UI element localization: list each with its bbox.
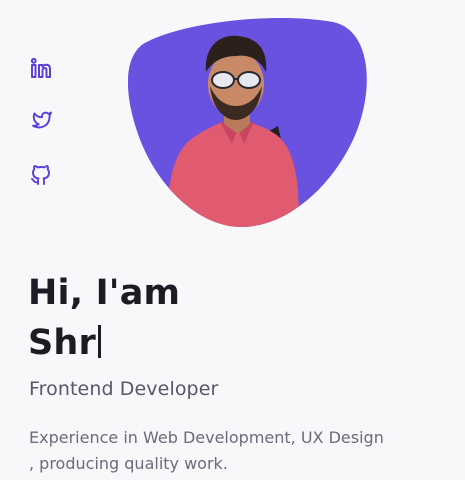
hero-heading: Hi, I'am Shr: [28, 268, 180, 368]
hero-description: Experience in Web Development, UX Design…: [29, 428, 384, 473]
profile-photo: [128, 17, 367, 228]
twitter-link[interactable]: [28, 107, 54, 133]
typed-name-line: Shr: [28, 318, 180, 368]
github-icon: [31, 165, 50, 185]
linkedin-link[interactable]: [28, 55, 54, 81]
twitter-icon: [32, 111, 52, 129]
typing-cursor: [98, 325, 101, 358]
role-subtitle: Frontend Developer: [29, 378, 219, 400]
linkedin-icon: [30, 57, 51, 78]
github-link[interactable]: [28, 162, 54, 188]
typed-name-text: Shr: [28, 323, 96, 363]
greeting-text: Hi, I'am: [28, 273, 181, 313]
